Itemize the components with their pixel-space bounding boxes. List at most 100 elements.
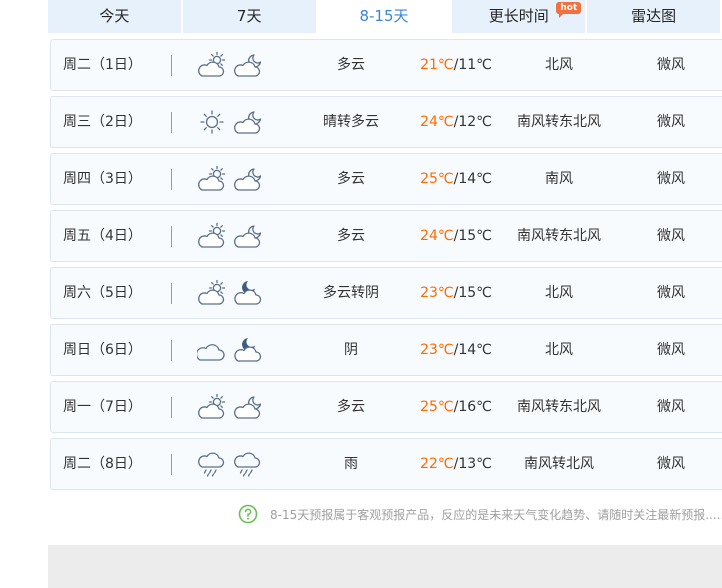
wind-level: 微风 <box>657 456 685 472</box>
high-temperature: 25℃ <box>420 171 454 187</box>
moon-cloud-icon <box>233 51 263 79</box>
day-label: 周二（8日） <box>63 456 142 472</box>
weather-icons <box>197 450 263 478</box>
low-temperature: /12℃ <box>453 114 492 130</box>
temperature: 24℃/15℃ <box>401 211 511 261</box>
wind-level: 微风 <box>657 228 685 244</box>
forecast-row: 周三（2日） 晴转多云 24℃/12℃ 南风转东北风 微风 <box>50 96 722 148</box>
tab-label: 雷达图 <box>631 7 677 25</box>
divider <box>171 454 172 475</box>
overcast-icon <box>197 336 227 364</box>
day-label: 周五（4日） <box>63 228 142 244</box>
wind-direction: 北风 <box>545 342 573 358</box>
weather-condition: 多云 <box>337 57 365 73</box>
tab-radar[interactable]: 雷达图 <box>587 0 722 33</box>
high-temperature: 24℃ <box>420 228 454 244</box>
low-temperature: /14℃ <box>453 171 492 187</box>
forecast-row: 周四（3日） 多云 25℃/14℃ 南风 微风 <box>50 153 722 205</box>
moon-cloud-icon <box>233 222 263 250</box>
weather-icons <box>197 336 263 364</box>
weather-icons <box>197 222 263 250</box>
weather-icons <box>197 108 263 136</box>
high-temperature: 23℃ <box>420 342 454 358</box>
forecast-row: 周二（1日） 多云 21℃/11℃ 北风 微风 <box>50 39 722 91</box>
forecast-tabs: 今天 7天 8-15天 更长时间 hot 雷达图 <box>48 0 722 33</box>
rain-icon <box>197 450 227 478</box>
wind-direction: 南风 <box>545 171 573 187</box>
forecast-list: 周二（1日） 多云 21℃/11℃ 北风 微风 周三（2日） 晴转多云 24℃/12℃ 南风转东… <box>50 39 722 495</box>
forecast-note: 8-15天预报属于客观预报产品，反应的是未来天气变化趋势、请随时关注最新预报..… <box>238 504 722 524</box>
wind-direction: 南风转东北风 <box>517 114 601 130</box>
wind-level: 微风 <box>657 57 685 73</box>
wind-level: 微风 <box>657 399 685 415</box>
temperature: 25℃/16℃ <box>401 382 511 432</box>
low-temperature: /15℃ <box>453 285 492 301</box>
hot-badge: hot <box>556 2 582 18</box>
tab-today[interactable]: 今天 <box>48 0 183 33</box>
temperature: 24℃/12℃ <box>401 97 511 147</box>
moon-cloud-icon <box>233 165 263 193</box>
overcast-night-icon <box>233 336 263 364</box>
day-label: 周二（1日） <box>63 57 142 73</box>
weather-condition: 晴转多云 <box>323 114 379 130</box>
forecast-row: 周二（8日） 雨 22℃/13℃ 南风转北风 微风 <box>50 438 722 490</box>
weather-icons <box>197 51 263 79</box>
divider <box>171 226 172 247</box>
divider <box>171 340 172 361</box>
weather-condition: 多云 <box>337 228 365 244</box>
low-temperature: /15℃ <box>453 228 492 244</box>
low-temperature: /16℃ <box>453 399 492 415</box>
temperature: 22℃/13℃ <box>401 439 511 489</box>
wind-direction: 南风转东北风 <box>517 399 601 415</box>
moon-cloud-icon <box>233 393 263 421</box>
high-temperature: 22℃ <box>420 456 454 472</box>
weather-icons <box>197 393 263 421</box>
cloudy-sun-icon <box>197 393 227 421</box>
bottom-panel <box>48 545 722 588</box>
tab-label: 今天 <box>99 7 130 25</box>
wind-direction: 南风转北风 <box>524 456 594 472</box>
divider <box>171 397 172 418</box>
temperature: 23℃/14℃ <box>401 325 511 375</box>
tab-7-days[interactable]: 7天 <box>183 0 318 33</box>
forecast-row: 周六（5日） 多云转阴 23℃/15℃ 北风 微风 <box>50 267 722 319</box>
wind-level: 微风 <box>657 285 685 301</box>
day-label: 周一（7日） <box>63 399 142 415</box>
tab-8-15-days[interactable]: 8-15天 <box>317 0 453 33</box>
sun-icon <box>197 108 227 136</box>
low-temperature: /14℃ <box>453 342 492 358</box>
wind-direction: 南风转东北风 <box>517 228 601 244</box>
low-temperature: /13℃ <box>453 456 492 472</box>
tab-longer-time[interactable]: 更长时间 hot <box>452 0 588 33</box>
temperature: 21℃/11℃ <box>401 40 511 90</box>
day-label: 周四（3日） <box>63 171 142 187</box>
weather-condition: 阴 <box>344 342 358 358</box>
weather-icons <box>197 279 263 307</box>
weather-condition: 多云 <box>337 399 365 415</box>
tab-label: 8-15天 <box>359 7 409 25</box>
question-circle-icon[interactable] <box>238 504 258 524</box>
temperature: 23℃/15℃ <box>401 268 511 318</box>
tab-label: 7天 <box>236 7 262 25</box>
weather-condition: 多云 <box>337 171 365 187</box>
wind-level: 微风 <box>657 342 685 358</box>
weather-condition: 雨 <box>344 456 358 472</box>
wind-direction: 北风 <box>545 285 573 301</box>
cloudy-sun-icon <box>197 165 227 193</box>
weather-condition: 多云转阴 <box>323 285 379 301</box>
high-temperature: 24℃ <box>420 114 454 130</box>
forecast-row: 周一（7日） 多云 25℃/16℃ 南风转东北风 微风 <box>50 381 722 433</box>
cloudy-sun-icon <box>197 222 227 250</box>
low-temperature: /11℃ <box>453 57 492 73</box>
wind-level: 微风 <box>657 171 685 187</box>
divider <box>171 169 172 190</box>
divider <box>171 112 172 133</box>
high-temperature: 23℃ <box>420 285 454 301</box>
overcast-night-icon <box>233 279 263 307</box>
divider <box>171 55 172 76</box>
day-label: 周六（5日） <box>63 285 142 301</box>
divider <box>171 283 172 304</box>
note-text: 8-15天预报属于客观预报产品，反应的是未来天气变化趋势、请随时关注最新预报..… <box>270 507 722 522</box>
high-temperature: 21℃ <box>420 57 454 73</box>
day-label: 周日（6日） <box>63 342 142 358</box>
